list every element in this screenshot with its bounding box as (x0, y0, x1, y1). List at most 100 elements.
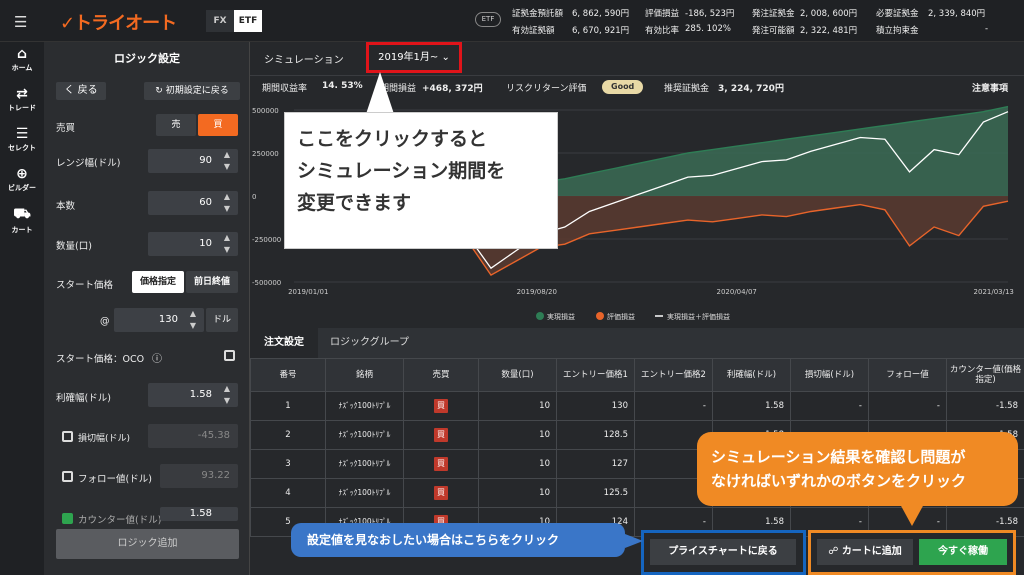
start-price-input[interactable]: 130 ▲ ▼ (114, 308, 204, 332)
oco-label: スタート価格：OCO (56, 354, 145, 365)
callout-pointer (625, 534, 643, 548)
table-cell: 130 (556, 391, 635, 421)
callout-line: ここをクリックすると (297, 128, 488, 150)
col-header: 銘柄 (325, 358, 404, 392)
stepper-icon[interactable]: ▲ ▼ (224, 232, 230, 256)
follow-input: 93.22 (160, 464, 238, 488)
qty-value: 10 (199, 238, 212, 249)
legend-swatch (536, 312, 544, 320)
add-to-cart-button[interactable]: ☍ カートに追加 (817, 539, 913, 565)
simulation-header: シミュレーション 2019年1月~ ⌄ (250, 42, 1024, 76)
legend-label: 実現損益＋評価損益 (667, 312, 730, 321)
counter-checkbox[interactable] (62, 513, 73, 524)
col-header: 損切幅(ドル) (790, 358, 869, 392)
col-header: カウンター値(価格指定) (946, 358, 1024, 392)
legend-label: 実現損益 (547, 312, 575, 321)
y-tick-label: 500000 (252, 107, 279, 115)
count-input[interactable]: 60 ▲ ▼ (148, 191, 238, 215)
account-value: 2, 322, 481円 (800, 26, 858, 36)
run-now-button[interactable]: 今すぐ稼働 (919, 539, 1007, 565)
count-label: 本数 (56, 201, 76, 212)
side-label: 売買 (56, 123, 76, 134)
add-logic-button[interactable]: ロジック追加 (56, 529, 239, 559)
sell-toggle[interactable]: 売 (156, 114, 196, 136)
range-input[interactable]: 90 ▲ ▼ (148, 149, 238, 173)
table-cell: -1.58 (946, 391, 1024, 421)
nav-trade[interactable]: ⇄ トレード (0, 86, 44, 113)
simulation-label: シミュレーション (264, 55, 344, 66)
tab-logic-group[interactable]: ロジックグループ (330, 328, 409, 358)
table-cell: 1 (250, 391, 326, 421)
notes-link[interactable]: 注意事項 (972, 81, 1008, 94)
hamburger-icon[interactable]: ☰ (14, 13, 27, 31)
return-value: 14. 53% (322, 81, 363, 91)
risk-label: リスクリターン評価 (506, 84, 587, 94)
y-tick-label: 250000 (252, 150, 279, 158)
result-callout: シミュレーション結果を確認し問題が なければいずれかのボタンをクリック (697, 432, 1018, 506)
callout-line: なければいずれかのボタンをクリック (711, 472, 967, 490)
table-cell: 3 (250, 449, 326, 479)
back-button[interactable]: く 戻る (56, 82, 106, 100)
table-cell: 10 (478, 420, 557, 450)
stop-loss-label: 損切幅(ドル) (78, 434, 131, 444)
stepper-icon[interactable]: ▲ ▼ (224, 149, 230, 173)
add-to-cart-label: カートに追加 (841, 546, 902, 557)
chevron-down-icon: ⌄ (441, 52, 450, 63)
fx-toggle[interactable]: FX (206, 10, 234, 32)
builder-icon: ⊕ (16, 166, 28, 182)
table-row[interactable]: 1 ﾅｽﾞｯｸ100ﾄﾘﾌﾟﾙ買 10 130-1.58- - -1.58 (250, 391, 1024, 421)
range-value: 90 (199, 155, 212, 166)
trade-icon: ⇄ (16, 86, 28, 102)
nav-select[interactable]: ☰ セレクト (0, 126, 44, 153)
account-label: 積立拘束金 (876, 26, 919, 36)
nav-builder[interactable]: ⊕ ビルダー (0, 166, 44, 193)
counter-input[interactable]: 1.58 (160, 507, 238, 521)
legend-label: 評価損益 (607, 312, 635, 321)
cart-icon: ⛟ (13, 206, 31, 222)
x-tick-label: 2021/03/13 (974, 288, 1014, 296)
callout-line: シミュレーション結果を確認し問題が (711, 448, 966, 466)
account-label: 有効比率 (645, 26, 680, 36)
stepper-icon[interactable]: ▲ ▼ (224, 383, 230, 407)
account-value: -186, 523円 (685, 9, 735, 19)
legend-swatch (596, 312, 604, 320)
stop-loss-checkbox[interactable] (62, 431, 73, 442)
oco-checkbox[interactable] (224, 350, 235, 361)
table-cell: 4 (250, 478, 326, 508)
etf-toggle[interactable]: ETF (234, 10, 262, 32)
account-label: 必要証拠金 (876, 9, 919, 19)
tab-order-settings[interactable]: 注文設定 (250, 328, 318, 358)
start-fixed-toggle[interactable]: 価格指定 (132, 271, 184, 293)
stepper-icon[interactable]: ▲ ▼ (190, 308, 196, 332)
info-icon[interactable]: ⓘ (152, 350, 162, 365)
table-header-row: 番号 銘柄 売買 数量(口) エントリー価格1 エントリー価格2 利確幅(ドル)… (250, 358, 1024, 392)
buy-toggle[interactable]: 買 (198, 114, 238, 136)
risk-badge: Good (602, 80, 644, 94)
reset-defaults-button[interactable]: ↻ 初期設定に戻る (144, 82, 240, 100)
take-profit-value: 1.58 (189, 389, 212, 400)
follow-checkbox[interactable] (62, 471, 73, 482)
follow-label: フォロー値(ドル) (78, 474, 152, 485)
nav-home[interactable]: ⌂ ホーム (0, 46, 44, 73)
table-cell: ﾅｽﾞｯｸ100ﾄﾘﾌﾟﾙ (325, 391, 404, 421)
callout-pointer (900, 504, 924, 526)
period-dropdown[interactable]: 2019年1月~ ⌄ (366, 42, 462, 73)
table-cell: ﾅｽﾞｯｸ100ﾄﾘﾌﾟﾙ (325, 420, 404, 450)
col-header: フォロー値 (868, 358, 947, 392)
buy-badge: 買 (434, 399, 448, 413)
period-callout: ここをクリックすると シミュレーション期間を 変更できます (284, 112, 558, 249)
account-label: 有効証拠額 (512, 26, 555, 36)
take-profit-input[interactable]: 1.58 ▲ ▼ (148, 383, 238, 407)
table-cell: 10 (478, 478, 557, 508)
table-cell: - (868, 391, 947, 421)
callout-line: シミュレーション期間を (297, 160, 506, 182)
back-to-price-chart-button[interactable]: プライスチャートに戻る (650, 539, 796, 565)
start-price-label: スタート価格 (56, 280, 114, 291)
account-label: 証拠金預託額 (512, 9, 564, 19)
qty-input[interactable]: 10 ▲ ▼ (148, 232, 238, 256)
y-tick-label: -500000 (252, 279, 281, 287)
col-header: 数量(口) (478, 358, 557, 392)
stepper-icon[interactable]: ▲ ▼ (224, 191, 230, 215)
nav-cart[interactable]: ⛟ カート (0, 206, 44, 235)
start-prev-close-toggle[interactable]: 前日終値 (186, 271, 238, 293)
